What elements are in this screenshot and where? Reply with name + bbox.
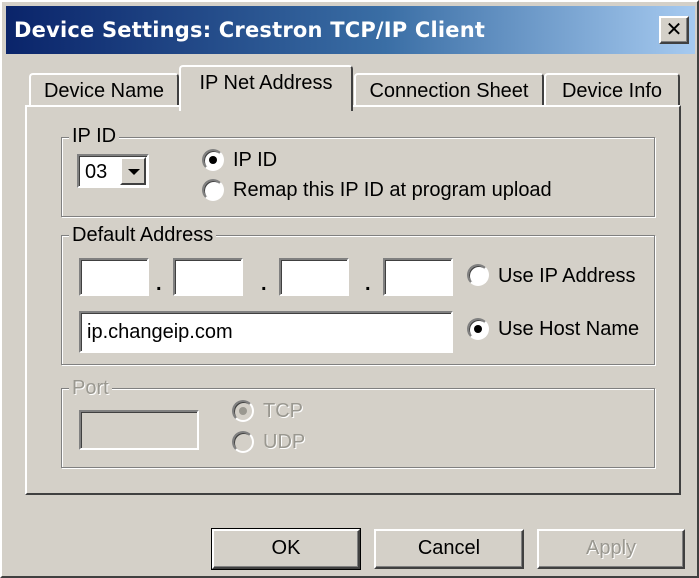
ip-separator-dot: .: [365, 273, 371, 295]
radio-selected-dot: [239, 407, 247, 415]
ok-button-label: OK: [271, 537, 301, 559]
default-address-group-legend: Default Address: [69, 224, 217, 246]
ip-separator-dot: .: [156, 273, 162, 295]
ip-id-group: [61, 137, 655, 217]
apply-button-label: Apply: [585, 537, 637, 559]
radio-udp[interactable]: [232, 431, 254, 453]
tab-label: IP Net Address: [199, 72, 333, 94]
radio-ip-id[interactable]: [202, 149, 224, 171]
port-input[interactable]: [79, 410, 199, 450]
cancel-button[interactable]: Cancel: [374, 529, 524, 569]
tab-ip-net-address[interactable]: IP Net Address: [179, 65, 353, 111]
radio-remap-ip-id-label: Remap this IP ID at program upload: [233, 179, 552, 201]
radio-ip-id-label: IP ID: [233, 149, 278, 171]
tab-label: Device Name: [43, 80, 165, 102]
ip-octet-1-input[interactable]: [79, 258, 149, 296]
host-name-input[interactable]: ip.changeip.com: [79, 311, 453, 353]
cancel-button-label: Cancel: [417, 537, 481, 559]
ip-octet-3-input[interactable]: [279, 258, 349, 296]
ip-id-dropdown[interactable]: 03: [77, 154, 149, 188]
radio-selected-dot: [209, 156, 217, 164]
title-bar[interactable]: Device Settings: Crestron TCP/IP Client …: [6, 6, 695, 54]
host-name-value: ip.changeip.com: [87, 321, 233, 343]
ip-id-group-legend: IP ID: [69, 125, 120, 147]
radio-use-host-name-label: Use Host Name: [498, 318, 640, 340]
close-icon: ✕: [665, 17, 683, 41]
radio-use-ip-address[interactable]: [467, 264, 489, 286]
dialog-window: Device Settings: Crestron TCP/IP Client …: [0, 0, 699, 578]
ip-octet-4-input[interactable]: [383, 258, 453, 296]
ip-octet-2-input[interactable]: [173, 258, 243, 296]
chevron-down-icon: [128, 169, 140, 175]
tab-label: Device Info: [561, 80, 663, 102]
radio-udp-label: UDP: [263, 431, 306, 453]
port-group-legend: Port: [69, 377, 112, 399]
radio-use-host-name[interactable]: [467, 318, 489, 340]
tab-panel-ip-net-address: IP ID 03 IP ID Remap this IP ID at progr…: [25, 105, 681, 495]
ok-button[interactable]: OK: [211, 528, 361, 570]
radio-selected-dot: [474, 325, 482, 333]
close-button[interactable]: ✕: [659, 16, 689, 44]
dropdown-button[interactable]: [120, 157, 146, 185]
apply-button[interactable]: Apply: [537, 529, 685, 569]
radio-use-ip-address-label: Use IP Address: [498, 265, 636, 287]
radio-tcp[interactable]: [232, 400, 254, 422]
tab-label: Connection Sheet: [369, 80, 529, 102]
radio-tcp-label: TCP: [263, 400, 303, 422]
window-title: Device Settings: Crestron TCP/IP Client: [14, 18, 486, 42]
ip-id-selected-value: 03: [85, 161, 108, 183]
radio-remap-ip-id[interactable]: [202, 179, 224, 201]
ip-separator-dot: .: [261, 273, 267, 295]
